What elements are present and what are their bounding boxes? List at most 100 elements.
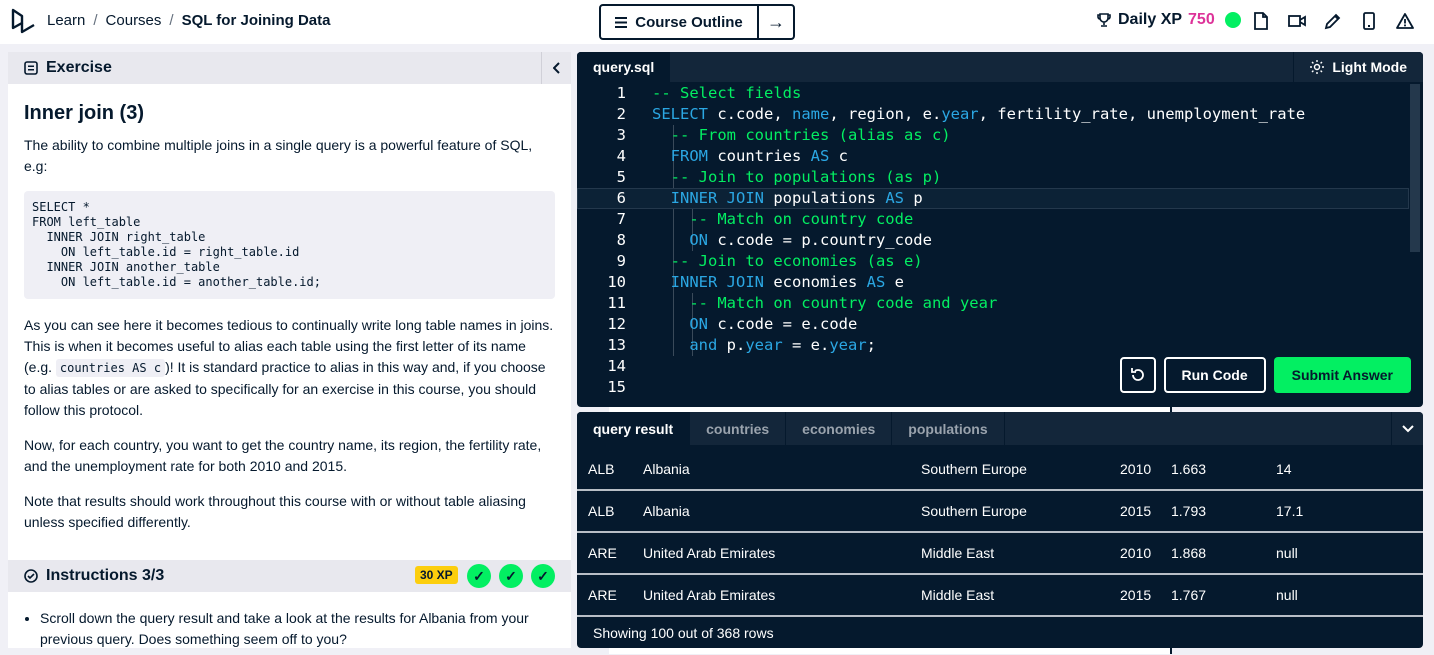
instructions-header: Instructions 3/3 30 XP ✓ ✓ ✓ [8,560,571,592]
line-number: 9 [616,252,626,270]
arrow-right-icon: → [767,11,785,32]
table-row: ALB Albania Southern Europe 2015 1.793 1… [577,491,1423,533]
breadcrumb-separator: / [169,12,174,29]
code-keyword: INNER JOIN [670,273,764,291]
table-cell: 2015 [1120,503,1152,519]
code-editor: query.sql Light Mode 1 -- Select fields 2… [577,52,1423,407]
code-keyword: SELECT [652,105,708,123]
mobile-icon[interactable] [1360,11,1378,31]
exercise-paragraph-task: Now, for each country, you want to get t… [24,437,542,474]
code-text: countries [708,147,811,165]
code-keyword: INNER JOIN [670,189,764,207]
light-mode-button[interactable]: Light Mode [1293,52,1423,82]
code-comment: -- Select fields [652,84,802,102]
row-count-status: Showing 100 out of 368 rows [593,625,774,641]
line-number: 15 [607,378,626,396]
code-keyword: FROM [670,147,708,165]
table-cell: United Arab Emirates [643,545,776,561]
tab-query-result[interactable]: query result [577,412,691,445]
collapse-panel-button[interactable] [541,52,571,84]
code-keyword: AS [810,147,830,165]
exercise-title: Inner join (3) [24,102,144,124]
table-cell: 2010 [1120,461,1152,477]
light-mode-label: Light Mode [1332,59,1407,75]
course-nav: ← Course Outline → [599,4,1172,654]
exercise-paragraph-note: Note that results should work throughout… [24,493,526,530]
daily-xp[interactable]: Daily XP 750 [1096,11,1241,29]
table-cell: 1.868 [1171,545,1207,561]
exercise-panel: Exercise Inner join (3) The ability to c… [8,52,571,648]
breadcrumb-current[interactable]: SQL for Joining Data [182,12,331,29]
table-cell: 1.793 [1171,503,1207,519]
results-tabs: query result countries economies populat… [577,412,1423,445]
table-cell: Southern Europe [921,461,1027,477]
code-text: c [829,147,848,165]
table-cell: 2015 [1120,587,1152,603]
editor-scrollbar[interactable] [1410,84,1420,252]
table-row: ALB Albania Southern Europe 2010 1.663 1… [577,449,1423,491]
pencil-icon[interactable] [1324,11,1342,31]
tab-query-sql[interactable]: query.sql [577,52,671,82]
code-example: SELECT * FROM left_table INNER JOIN righ… [24,191,555,299]
course-outline-button[interactable]: Course Outline [601,6,757,38]
line-number: 10 [607,273,626,291]
chevron-left-icon [552,62,560,74]
next-exercise-button[interactable]: → [757,6,793,38]
code-comment: -- Join to populations (as p) [670,168,942,186]
breadcrumb-learn[interactable]: Learn [47,12,85,29]
warning-icon[interactable] [1396,11,1414,31]
breadcrumb-courses[interactable]: Courses [106,12,162,29]
table-row: ARE United Arab Emirates Middle East 201… [577,533,1423,575]
code-line: 7 -- Match on country code [577,209,1409,230]
table-cell: ALB [588,461,615,477]
code-text: c.code, [708,105,792,123]
table-cell: 1.663 [1171,461,1207,477]
table-cell: ARE [588,545,617,561]
breadcrumb: Learn / Courses / SQL for Joining Data [47,12,330,29]
slides-icon[interactable] [1252,11,1270,31]
exercise-intro: The ability to combine multiple joins in… [24,137,533,174]
menu-icon [615,16,628,28]
line-number: 4 [616,147,626,165]
tab-economies[interactable]: economies [786,412,893,445]
instruction-item: Scroll down the query result and take a … [40,608,554,648]
line-number: 13 [607,336,626,354]
code-keyword: year [829,336,867,354]
table-cell: United Arab Emirates [643,587,776,603]
line-number: 7 [616,210,626,228]
line-number: 11 [607,294,626,312]
tab-populations[interactable]: populations [892,412,1005,445]
table-cell: null [1276,587,1298,603]
submit-answer-button[interactable]: Submit Answer [1273,357,1411,393]
table-cell: ALB [588,503,615,519]
code-text: ; [866,336,876,354]
video-icon[interactable] [1288,11,1306,31]
step-complete-icon[interactable]: ✓ [499,564,523,588]
code-keyword: ON [689,231,708,249]
code-line: 4 FROM countries AS c [577,146,1409,167]
code-comment: -- Match on country code and year [689,294,998,312]
code-line: 11 -- Match on country code and year [577,293,1409,314]
line-number: 2 [616,105,626,123]
breadcrumb-separator: / [93,12,98,29]
code-line: 8 ON c.code = p.country_code [577,230,1409,251]
code-text: c.code = p.country_code [708,231,932,249]
reset-button[interactable] [1119,357,1156,393]
run-code-button[interactable]: Run Code [1163,357,1266,393]
datacamp-logo[interactable] [10,8,36,36]
course-outline-label: Course Outline [635,13,743,31]
table-cell: 1.767 [1171,587,1207,603]
code-area[interactable]: 1 -- Select fields 2 SELECT c.code, name, … [577,83,1409,398]
top-toolbar [1252,11,1414,31]
expand-results-button[interactable] [1391,412,1423,445]
document-icon [24,61,38,75]
step-complete-icon[interactable]: ✓ [467,564,491,588]
step-complete-icon[interactable]: ✓ [531,564,555,588]
code-text: = e. [782,336,830,354]
inline-code: countries AS c [55,359,166,377]
table-cell: Albania [643,503,690,519]
instructions-header-label: Instructions 3/3 [46,567,165,584]
code-line: 1 -- Select fields [577,83,1409,104]
code-keyword: AS [885,189,904,207]
tab-countries[interactable]: countries [690,412,787,445]
